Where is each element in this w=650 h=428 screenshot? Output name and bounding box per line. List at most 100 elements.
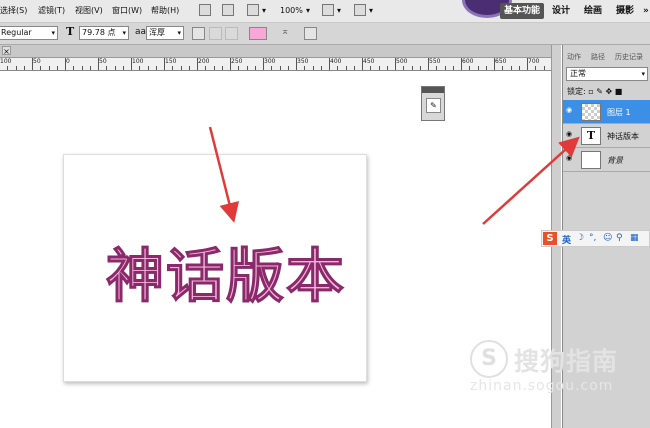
ruler-label: 350	[297, 58, 309, 65]
ime-toolbar[interactable]: S 英 ☽ °, ☺ ⚲ ▦	[541, 230, 650, 247]
tab-actions[interactable]: 动作	[567, 52, 581, 62]
font-size-select[interactable]: 79.78 点 ▾	[79, 26, 129, 40]
zoom-level[interactable]: 100%	[280, 6, 303, 15]
layer-row-1[interactable]: ◉ 图层 1	[563, 100, 650, 124]
lock-all-icon[interactable]: ■	[615, 87, 623, 96]
keyboard-icon[interactable]: ▦	[630, 233, 639, 243]
ime-language[interactable]: 英	[562, 233, 571, 246]
layer-row-text[interactable]: ◉ T 神话版本	[563, 124, 650, 148]
menu-select[interactable]: 选择(S)	[0, 5, 27, 16]
lock-transparent-icon[interactable]: ▫	[588, 87, 593, 96]
minibridge-icon[interactable]	[222, 4, 234, 16]
workspace-more[interactable]: »	[643, 3, 649, 19]
menu-window[interactable]: 窗口(W)	[112, 5, 142, 16]
antialias-select[interactable]: 浑厚 ▾	[146, 26, 184, 40]
ruler-tick	[40, 66, 42, 70]
text-color-swatch[interactable]	[249, 27, 267, 40]
eye-icon[interactable]: ◉	[566, 107, 574, 114]
ruler-tick	[279, 66, 281, 70]
ruler-label: 200	[198, 58, 210, 65]
ruler-tick	[73, 66, 75, 70]
arrange-documents-icon[interactable]	[322, 4, 334, 16]
bridge-icon[interactable]	[199, 4, 211, 16]
emoji-icon[interactable]: ☺	[603, 233, 612, 243]
ruler-tick	[378, 66, 380, 70]
chevron-down-icon[interactable]: ▾	[262, 6, 266, 15]
align-center-icon[interactable]	[209, 27, 222, 40]
ruler-label: 650	[495, 58, 507, 65]
blend-mode-value: 正常	[570, 69, 586, 78]
blend-mode-select[interactable]: 正常 ▾	[566, 67, 648, 81]
workspace-essentials[interactable]: 基本功能	[500, 3, 545, 19]
microphone-icon[interactable]: ⚲	[616, 233, 623, 243]
ruler-tick	[444, 66, 446, 70]
panel-header[interactable]	[422, 87, 444, 93]
font-size-value: 79.78 点	[82, 28, 116, 37]
ruler-tick	[304, 66, 306, 70]
align-right-icon[interactable]	[225, 27, 238, 40]
warp-text-icon[interactable]: ⌅	[281, 26, 289, 37]
punctuation-icon[interactable]: °,	[589, 233, 596, 243]
close-icon[interactable]: ×	[2, 46, 11, 56]
zoom-chevron-icon[interactable]: ▾	[306, 6, 310, 15]
ruler-tick	[337, 66, 339, 70]
ruler-label: 500	[396, 58, 408, 65]
tab-history[interactable]: 历史记录	[615, 52, 643, 62]
ruler-tick	[362, 58, 363, 70]
arrange-chevron-icon[interactable]: ▾	[337, 6, 341, 15]
layer-row-background[interactable]: ◉ 背景	[563, 148, 650, 172]
menu-filter[interactable]: 滤镜(T)	[38, 5, 65, 16]
menu-view[interactable]: 视图(V)	[75, 5, 103, 16]
ruler-tick	[329, 58, 330, 70]
lock-position-icon[interactable]: ✥	[605, 87, 612, 96]
workspace-painting[interactable]: 绘画	[584, 3, 602, 19]
ruler-tick	[543, 66, 545, 70]
ruler-tick	[436, 66, 438, 70]
ruler-label: 400	[330, 58, 342, 65]
view-extras-icon[interactable]	[247, 4, 259, 16]
sogou-logo-icon: S	[543, 232, 557, 245]
ruler-tick	[395, 58, 396, 70]
brush-preset-icon[interactable]: ✎	[426, 98, 441, 113]
watermark-text: 搜狗指南	[514, 347, 619, 376]
horizontal-ruler: 100 50 0 50 100 150 200 250 300 350 400 450 500 550 60…	[0, 58, 560, 71]
ruler-tick	[263, 58, 264, 70]
ruler-tick	[461, 58, 462, 70]
ruler-label: 50	[99, 58, 107, 65]
ruler-tick	[469, 66, 471, 70]
screen-mode-icon[interactable]	[354, 4, 366, 16]
font-style-select[interactable]: Regular ▾	[0, 26, 58, 40]
menu-help[interactable]: 帮助(H)	[151, 5, 179, 16]
document-canvas[interactable]: 神话版本	[63, 154, 367, 382]
workspace-design[interactable]: 设计	[552, 3, 570, 19]
layer-thumbnail	[581, 151, 601, 169]
ruler-tick	[271, 66, 273, 70]
eye-icon[interactable]: ◉	[566, 155, 574, 162]
ruler-tick	[502, 66, 504, 70]
ruler-tick	[155, 66, 157, 70]
align-left-icon[interactable]	[192, 27, 205, 40]
character-panel-icon[interactable]	[304, 27, 317, 40]
ruler-tick	[65, 58, 66, 70]
lock-row: 锁定: ▫ ✎ ✥ ■	[567, 86, 622, 97]
layer-name: 神话版本	[607, 132, 639, 141]
tab-paths[interactable]: 路径	[591, 52, 605, 62]
ruler-tick	[205, 66, 207, 70]
ruler-label: 300	[264, 58, 276, 65]
ruler-tick	[81, 66, 83, 70]
ruler-label: 150	[165, 58, 177, 65]
ruler-tick	[353, 66, 355, 70]
antialias-label: aa	[135, 27, 147, 37]
ruler-tick	[164, 58, 165, 70]
floating-panel[interactable]: ✎	[421, 86, 445, 121]
moon-icon[interactable]: ☽	[576, 233, 584, 243]
lock-label: 锁定:	[567, 87, 586, 96]
ruler-tick	[98, 58, 99, 70]
ruler-tick	[23, 66, 25, 70]
eye-icon[interactable]: ◉	[566, 131, 574, 138]
screen-mode-chevron-icon[interactable]: ▾	[369, 6, 373, 15]
document-text: 神话版本	[105, 241, 347, 310]
document-tab-bar: ×	[0, 45, 560, 58]
lock-image-icon[interactable]: ✎	[596, 87, 603, 96]
workspace-photography[interactable]: 摄影	[616, 3, 634, 19]
